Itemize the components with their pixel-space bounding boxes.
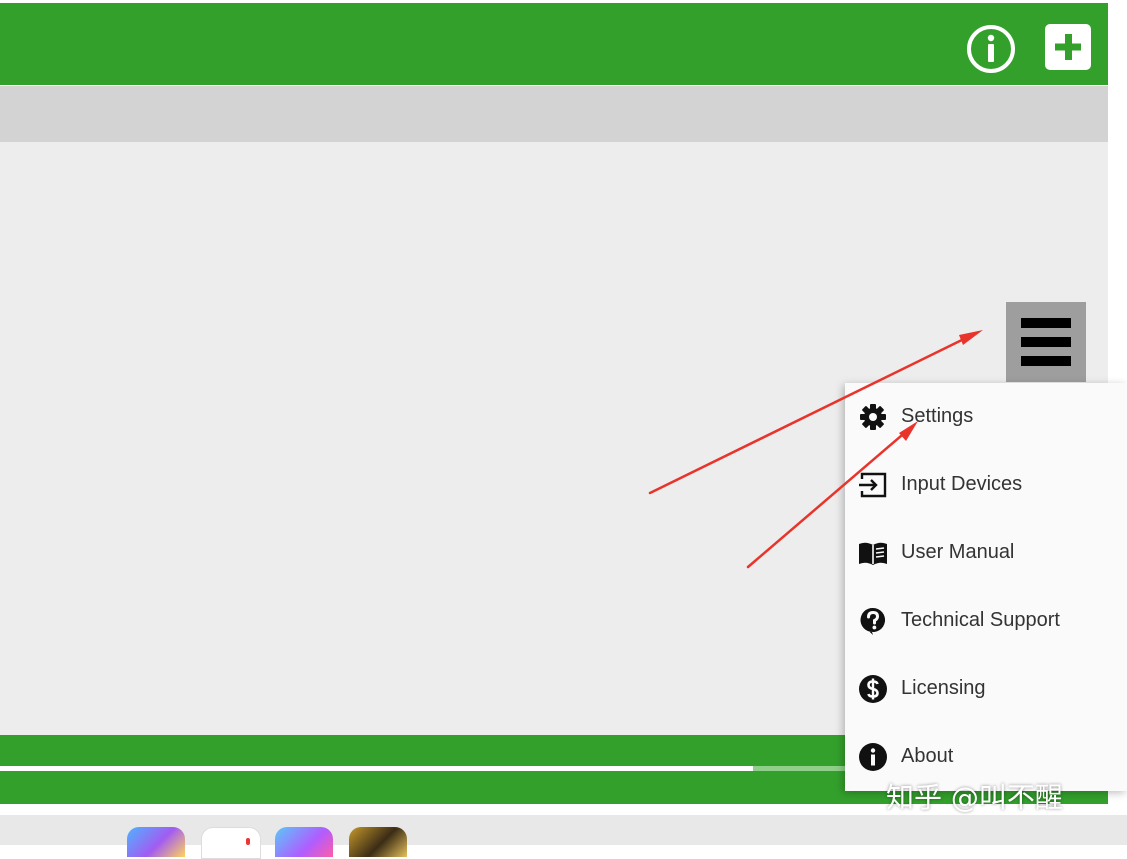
add-button[interactable]	[1045, 24, 1091, 70]
menu-item-input-devices[interactable]: Input Devices	[845, 451, 1127, 519]
menu-button[interactable]	[1006, 302, 1086, 382]
info-button[interactable]	[965, 23, 1017, 75]
dock-app-4[interactable]	[349, 827, 407, 857]
top-toolbar	[0, 3, 1108, 85]
dollar-circle-icon	[859, 675, 887, 703]
plus-icon	[1055, 34, 1081, 60]
menu-item-label: User Manual	[901, 541, 1015, 563]
menu-item-label: Input Devices	[901, 473, 1023, 495]
dock-app-3[interactable]	[275, 827, 333, 857]
app-dot	[246, 838, 250, 845]
menu-item-licensing[interactable]: Licensing	[845, 655, 1127, 723]
menu-item-label: Licensing	[901, 677, 986, 699]
menu-item-settings[interactable]: Settings	[845, 383, 1127, 451]
menu-item-label: Settings	[901, 405, 974, 427]
info-icon	[859, 743, 887, 771]
menu-item-technical-support[interactable]: Technical Support	[845, 587, 1127, 655]
progress-fill	[0, 766, 754, 771]
dropdown-menu: Settings Input Devices User Manual Techn	[845, 383, 1127, 791]
dock-app-1[interactable]	[127, 827, 185, 857]
question-bubble-icon	[860, 607, 886, 635]
menu-item-label: About	[901, 745, 954, 767]
gear-icon	[860, 404, 886, 430]
book-icon	[859, 542, 887, 565]
menu-item-user-manual[interactable]: User Manual	[845, 519, 1127, 587]
secondary-toolbar	[0, 86, 1108, 142]
input-icon	[859, 472, 887, 498]
dock-app-2[interactable]	[201, 827, 261, 859]
watermark: 知乎 @叫不醒	[886, 781, 1063, 814]
menu-item-label: Technical Support	[901, 609, 1060, 631]
info-circle-icon	[967, 25, 1015, 73]
